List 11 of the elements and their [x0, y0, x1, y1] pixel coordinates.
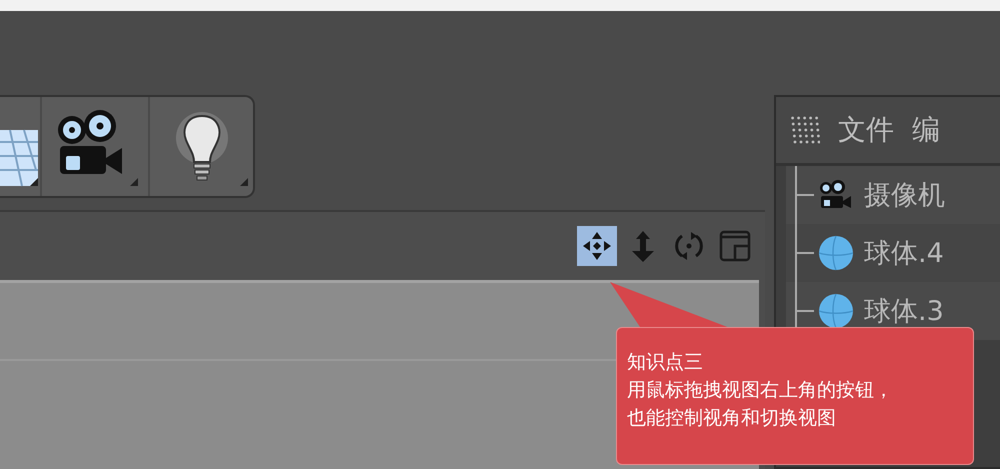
move-view-button[interactable] [577, 226, 617, 266]
sphere-icon [818, 293, 854, 329]
callout-text: 用鼠标拖拽视图右上角的按钮， [627, 378, 894, 403]
camera-icon [818, 180, 854, 210]
callout-title: 知识点三 [627, 350, 704, 375]
menu-item[interactable]: 编 [912, 111, 940, 149]
tree-line-icon [792, 166, 814, 224]
callout-text: 也能控制视角和切换视图 [627, 406, 837, 431]
tree-line-icon [792, 224, 814, 282]
menu-item[interactable]: 文件 [838, 111, 894, 149]
sphere-icon [818, 235, 854, 271]
